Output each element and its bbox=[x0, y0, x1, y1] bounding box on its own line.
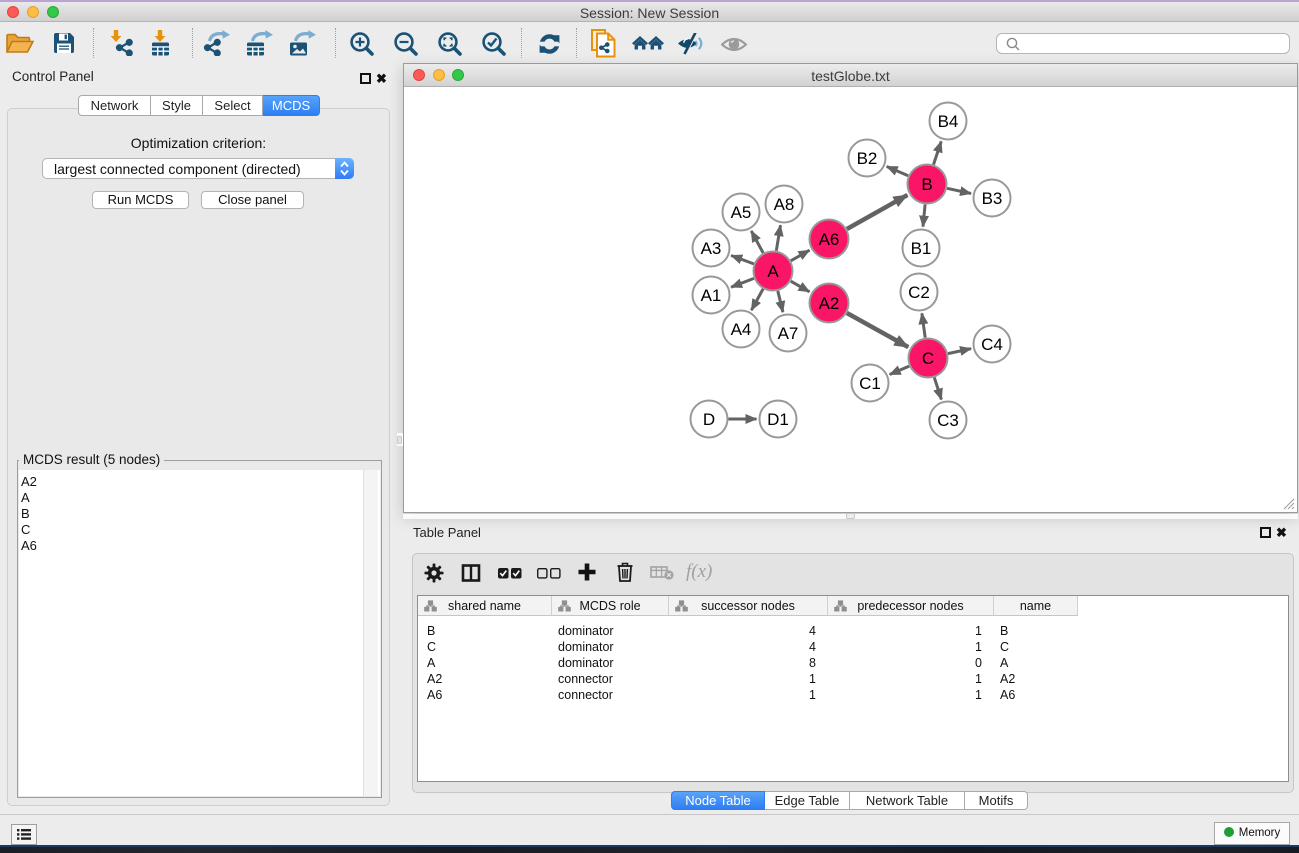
svg-text:B1: B1 bbox=[911, 239, 932, 258]
svg-text:D: D bbox=[703, 410, 715, 429]
svg-text:A7: A7 bbox=[778, 324, 799, 343]
svg-text:A6: A6 bbox=[819, 230, 840, 249]
svg-text:C: C bbox=[922, 349, 934, 368]
svg-text:A8: A8 bbox=[774, 195, 795, 214]
svg-text:A3: A3 bbox=[701, 239, 722, 258]
svg-text:B3: B3 bbox=[982, 189, 1003, 208]
svg-text:A: A bbox=[767, 262, 779, 281]
svg-text:C3: C3 bbox=[937, 411, 959, 430]
svg-text:B: B bbox=[921, 175, 932, 194]
svg-text:B4: B4 bbox=[938, 112, 959, 131]
svg-text:A4: A4 bbox=[731, 320, 752, 339]
svg-text:A2: A2 bbox=[819, 294, 840, 313]
svg-text:C4: C4 bbox=[981, 335, 1003, 354]
svg-text:A1: A1 bbox=[701, 286, 722, 305]
svg-text:C2: C2 bbox=[908, 283, 930, 302]
svg-text:D1: D1 bbox=[767, 410, 789, 429]
svg-text:A5: A5 bbox=[731, 203, 752, 222]
svg-text:B2: B2 bbox=[857, 149, 878, 168]
svg-text:C1: C1 bbox=[859, 374, 881, 393]
